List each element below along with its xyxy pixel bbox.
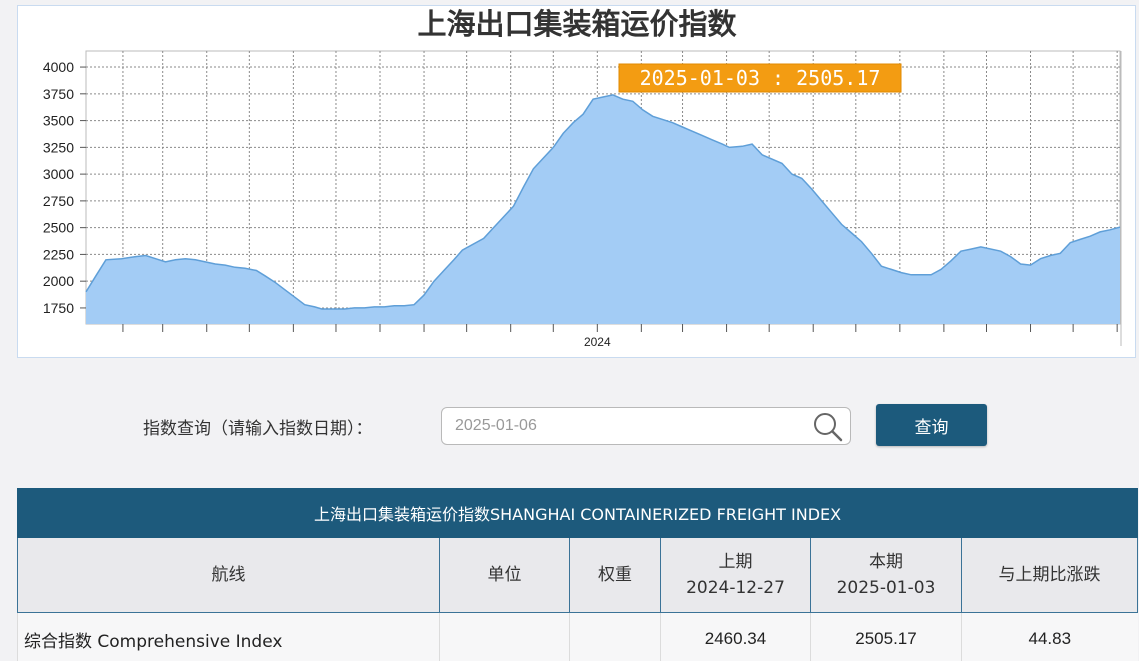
cell-curr: 2505.17 [810,612,962,661]
chart-title: 上海出口集装箱运价指数 [417,7,737,41]
cell-route: 综合指数 Comprehensive Index [17,612,440,661]
query-button[interactable]: 查询 [876,404,987,446]
search-icon[interactable] [812,412,844,442]
tooltip-text: 2025-01-03 : 2505.17 [640,66,881,90]
header-curr: 本期 2025-01-03 [810,537,962,613]
index-table: 上海出口集装箱运价指数SHANGHAI CONTAINERIZED FREIGH… [17,488,1139,661]
cell-weight [569,612,661,661]
x-tick-label: 2024 [584,335,611,349]
freight-index-chart: 1750 2000 2250 2500 2750 3000 3250 3500 3750 4000… [43,7,1122,349]
date-input[interactable] [441,407,851,445]
cell-prev: 2460.34 [660,612,811,661]
y-tick-label: 3750 [43,86,74,102]
y-tick-label: 2750 [43,193,74,209]
chart-panel: 1750 2000 2250 2500 2750 3000 3250 3500 3750 4000… [17,5,1136,358]
y-tick-label: 3000 [43,166,74,182]
query-row: 指数查询（请输入指数日期）： 查询 [0,404,1139,448]
y-tick-label: 2250 [43,246,74,262]
y-tick-label: 2500 [43,220,74,236]
table-caption: 上海出口集装箱运价指数SHANGHAI CONTAINERIZED FREIGH… [17,488,1139,538]
header-unit: 单位 [439,537,570,613]
y-tick-label: 2000 [43,273,74,289]
cell-change: 44.83 [960,612,1138,661]
header-route: 航线 [17,537,440,613]
header-weight: 权重 [569,537,661,613]
y-tick-label: 4000 [43,59,74,75]
y-tick-label: 3500 [43,113,74,129]
y-tick-label: 1750 [43,300,74,316]
cell-unit [439,612,570,661]
y-tick-label: 3250 [43,139,74,155]
header-curr-label: 本期 [869,552,903,572]
table-header-row: 航线 单位 权重 上期 2024-12-27 本期 2025-01-03 与上期… [17,537,1139,613]
series-area [86,94,1120,325]
table-row: 综合指数 Comprehensive Index 2460.34 2505.17… [17,612,1138,661]
header-prev-date: 2024-12-27 [686,578,785,598]
index-table-wrap: 上海出口集装箱运价指数SHANGHAI CONTAINERIZED FREIGH… [17,488,1139,661]
header-prev-label: 上期 [718,552,753,572]
query-label: 指数查询（请输入指数日期）： [143,419,373,439]
header-prev: 上期 2024-12-27 [660,537,811,613]
header-curr-date: 2025-01-03 [836,578,936,598]
header-change: 与上期比涨跌 [960,537,1139,613]
